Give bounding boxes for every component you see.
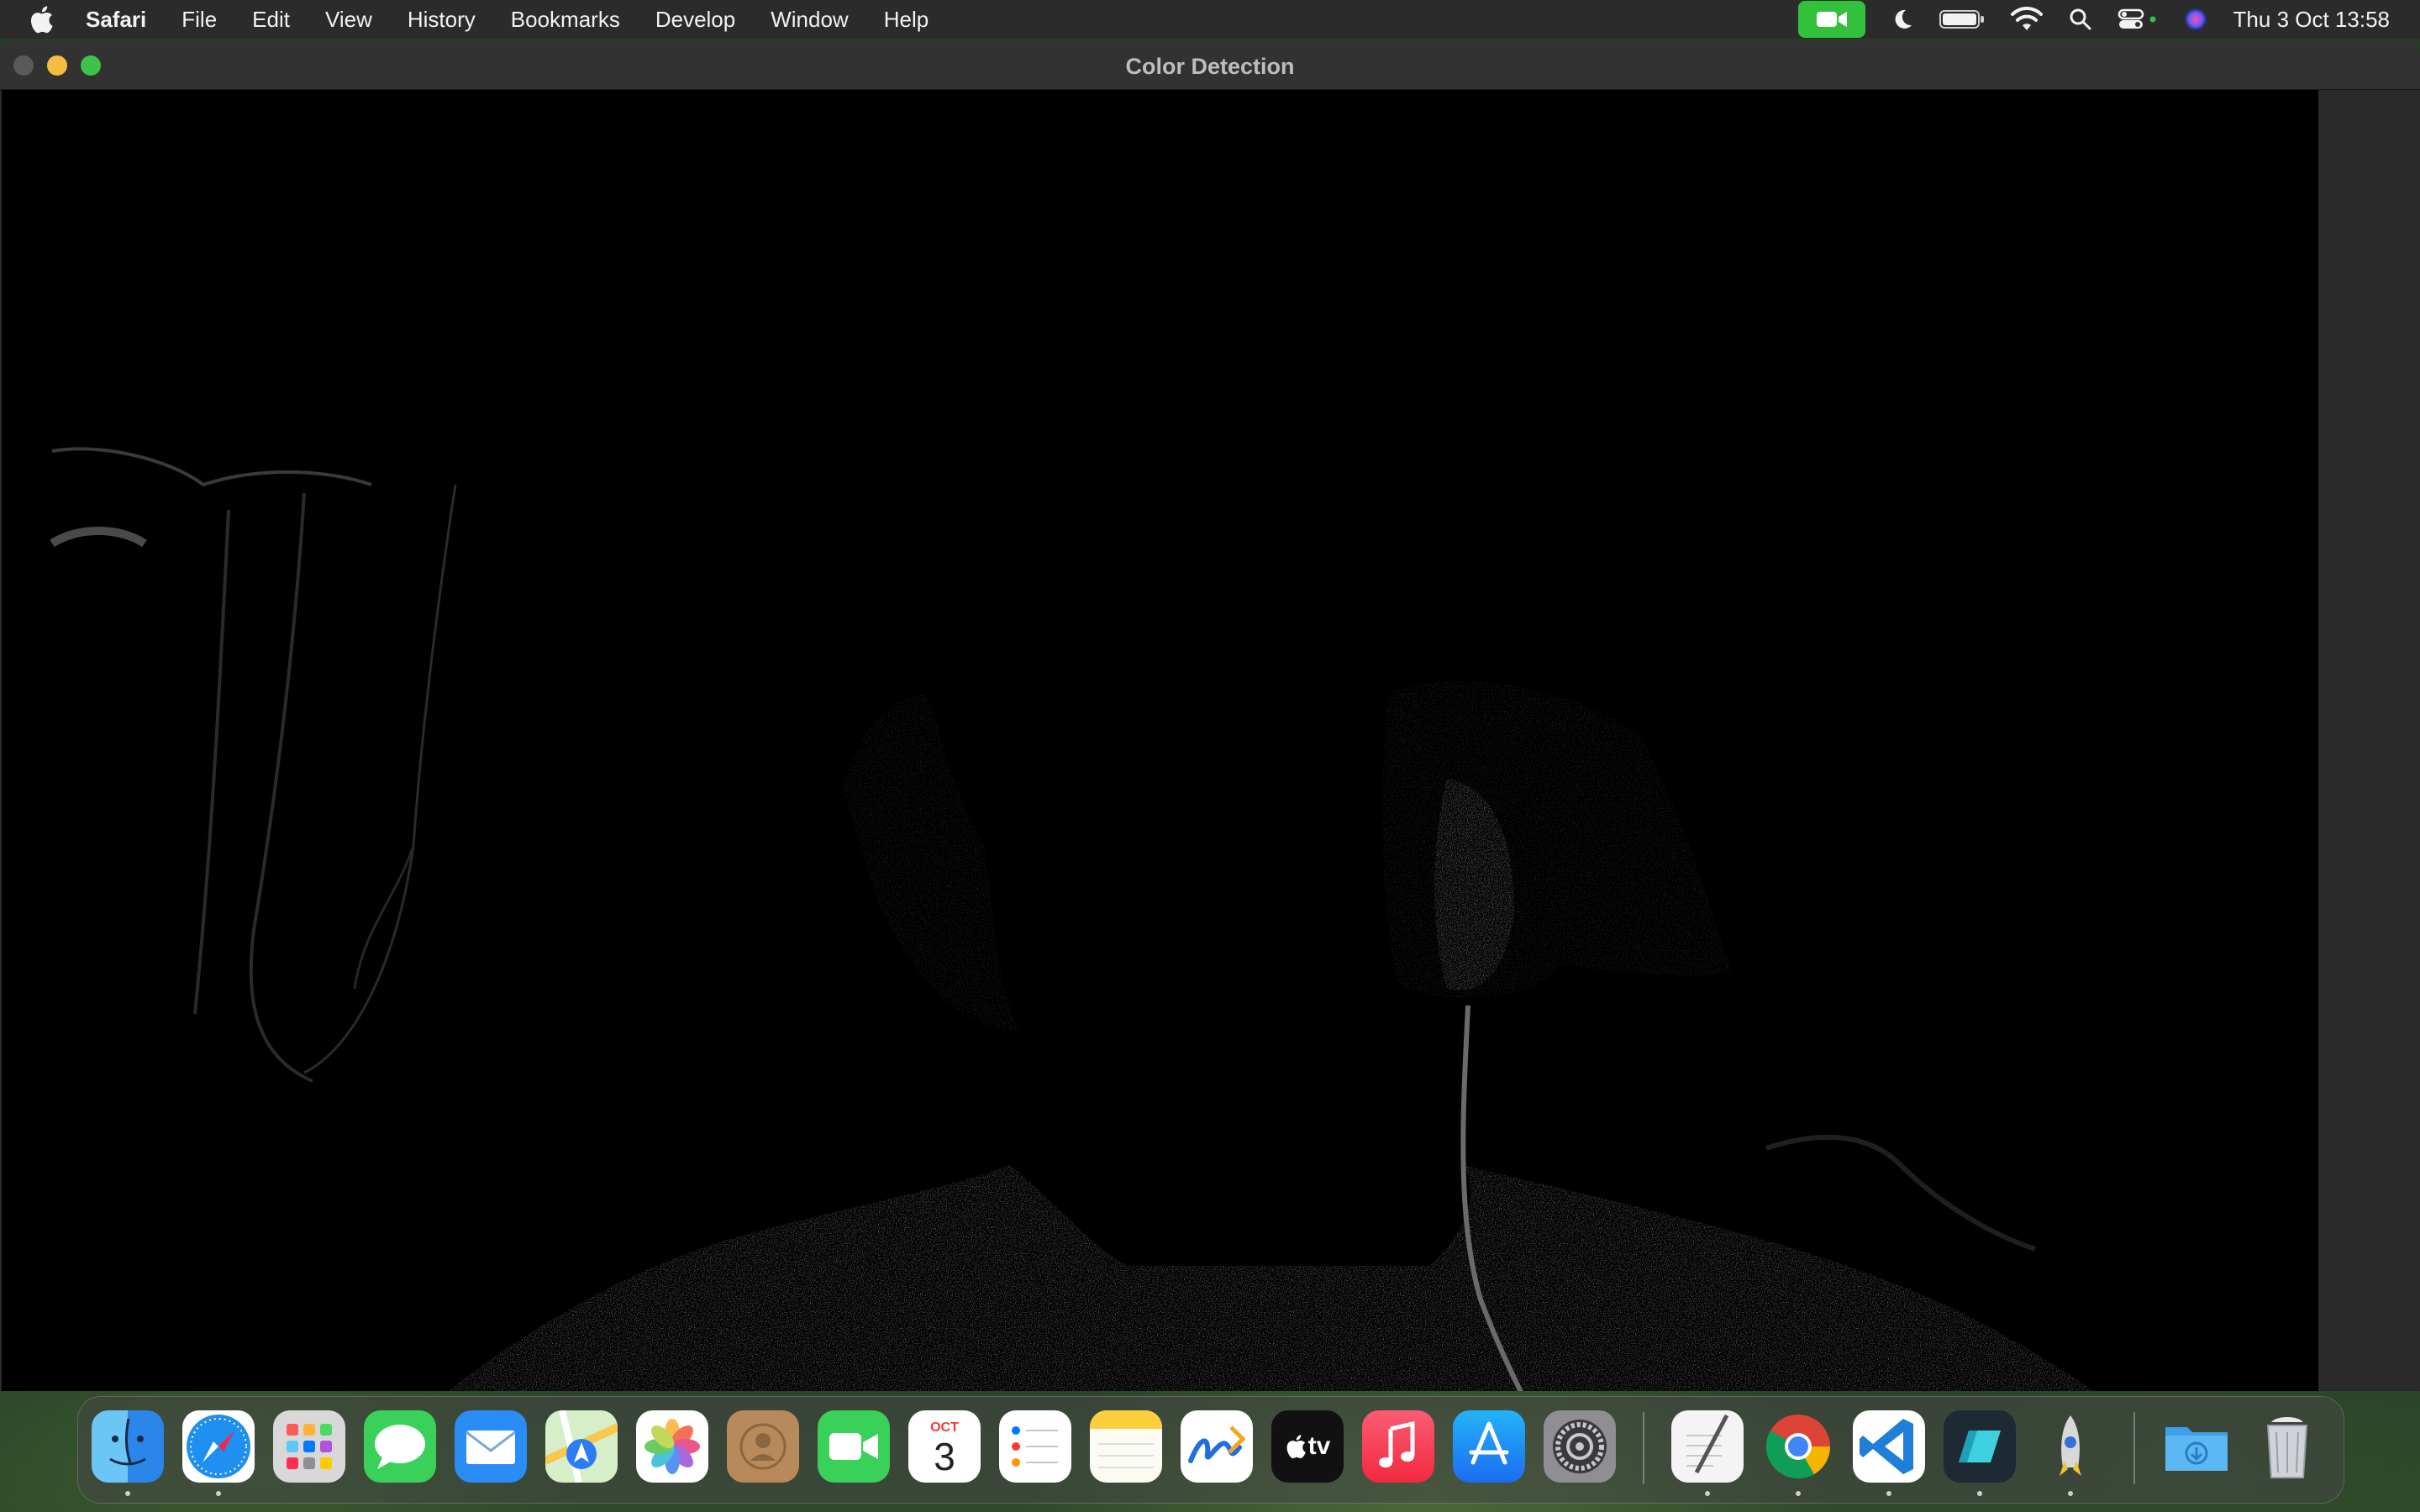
dock-textedit[interactable] (1671, 1410, 1744, 1483)
spotlight-search-icon[interactable] (2069, 8, 2092, 31)
menu-edit[interactable]: Edit (252, 7, 290, 33)
video-camera-icon (829, 1433, 878, 1460)
dock-notes[interactable] (1090, 1410, 1162, 1483)
dock-contacts[interactable] (727, 1410, 799, 1483)
apple-tv-logo-icon (1286, 1435, 1306, 1459)
running-indicator (1796, 1491, 1801, 1496)
finder-icon (109, 1418, 146, 1466)
dock-tv[interactable]: tv (1271, 1410, 1344, 1483)
menu-window[interactable]: Window (771, 7, 848, 33)
menubar-clock[interactable]: Thu 3 Oct 13:58 (2233, 7, 2390, 33)
dock-vscode[interactable] (1853, 1410, 1925, 1483)
notes-pad-icon (1090, 1410, 1162, 1468)
focus-moon-icon[interactable] (1891, 8, 1914, 31)
running-indicator (1705, 1491, 1710, 1496)
dock-system-settings[interactable] (1544, 1410, 1616, 1483)
battery-icon[interactable] (1939, 8, 1985, 30)
window-title: Color Detection (1125, 54, 1295, 79)
compass-icon (187, 1415, 250, 1478)
menu-help[interactable]: Help (884, 7, 929, 33)
dock: OCT 3 tv (77, 1396, 2344, 1504)
wifi-icon[interactable] (2010, 7, 2044, 32)
dock-maps[interactable] (545, 1410, 618, 1483)
chrome-icon (1765, 1415, 1830, 1479)
dock-design-app[interactable] (1944, 1410, 2016, 1483)
dock-trash[interactable] (2251, 1410, 2323, 1483)
dock-music[interactable] (1362, 1410, 1434, 1483)
menu-view[interactable]: View (325, 7, 372, 33)
textedit-pen-icon (1686, 1414, 1729, 1474)
menu-bar: Safari File Edit View History Bookmarks … (0, 0, 2420, 39)
dock-facetime[interactable] (818, 1410, 890, 1483)
dock-python-launcher[interactable] (2034, 1410, 2107, 1483)
launchpad-grid-icon (287, 1424, 332, 1469)
menu-app-name[interactable]: Safari (86, 7, 146, 33)
running-indicator (1886, 1491, 1891, 1496)
menu-history[interactable]: History (408, 7, 476, 33)
dock-separator (1643, 1412, 1644, 1484)
color-mask-video-frame (2, 90, 2318, 1391)
color-detection-window: Color Detection (0, 42, 2420, 1391)
vscode-icon (1860, 1419, 1913, 1474)
gear-icon (1553, 1420, 1607, 1473)
running-indicator (2068, 1491, 2073, 1496)
dock-calendar[interactable]: OCT 3 (908, 1410, 981, 1483)
dock-photos[interactable] (636, 1410, 708, 1483)
dock-chrome[interactable] (1762, 1410, 1834, 1483)
contact-person-icon (739, 1423, 786, 1470)
photos-flower-icon (644, 1419, 700, 1474)
detected-pixels-overlay (50, 447, 2094, 1391)
tv-label: tv (1307, 1432, 1331, 1460)
window-title-bar[interactable]: Color Detection (0, 42, 2420, 90)
app-store-a-icon (1469, 1421, 1509, 1465)
parallelogram-app-icon (1959, 1431, 2001, 1462)
camera-in-use-icon[interactable] (1797, 1, 1865, 38)
checklist-icon (1012, 1426, 1058, 1467)
running-indicator (216, 1491, 221, 1496)
menu-bookmarks[interactable]: Bookmarks (511, 7, 620, 33)
music-note-icon (1379, 1420, 1415, 1467)
trash-icon (2266, 1417, 2308, 1478)
calendar-month: OCT (930, 1420, 959, 1435)
rocket-icon (2060, 1415, 2081, 1476)
apple-menu-icon[interactable] (29, 5, 62, 34)
dock-freeform[interactable] (1181, 1410, 1253, 1483)
dock-downloads-folder[interactable] (2160, 1410, 2233, 1483)
running-indicator (1977, 1491, 1982, 1496)
dock-safari[interactable] (182, 1410, 255, 1483)
window-right-gutter (2318, 90, 2420, 1391)
menu-file[interactable]: File (182, 7, 217, 33)
control-center-icon[interactable] (2118, 8, 2158, 31)
dock-messages[interactable] (364, 1410, 436, 1483)
dock-app-store[interactable] (1453, 1410, 1525, 1483)
downloads-folder-icon (2165, 1427, 2228, 1471)
dock-reminders[interactable] (999, 1410, 1071, 1483)
freeform-scribble-icon (1188, 1425, 1246, 1463)
dock-launchpad[interactable] (273, 1410, 345, 1483)
envelope-icon (466, 1431, 516, 1464)
chat-bubble-icon (375, 1425, 425, 1469)
siri-icon[interactable] (2183, 7, 2208, 32)
map-arrow-icon (545, 1410, 618, 1483)
calendar-day: 3 (934, 1435, 955, 1478)
dock-separator (2133, 1412, 2135, 1484)
dock-mail[interactable] (455, 1410, 527, 1483)
dock-finder[interactable] (92, 1410, 164, 1483)
running-indicator (125, 1491, 130, 1496)
menu-develop[interactable]: Develop (655, 7, 735, 33)
